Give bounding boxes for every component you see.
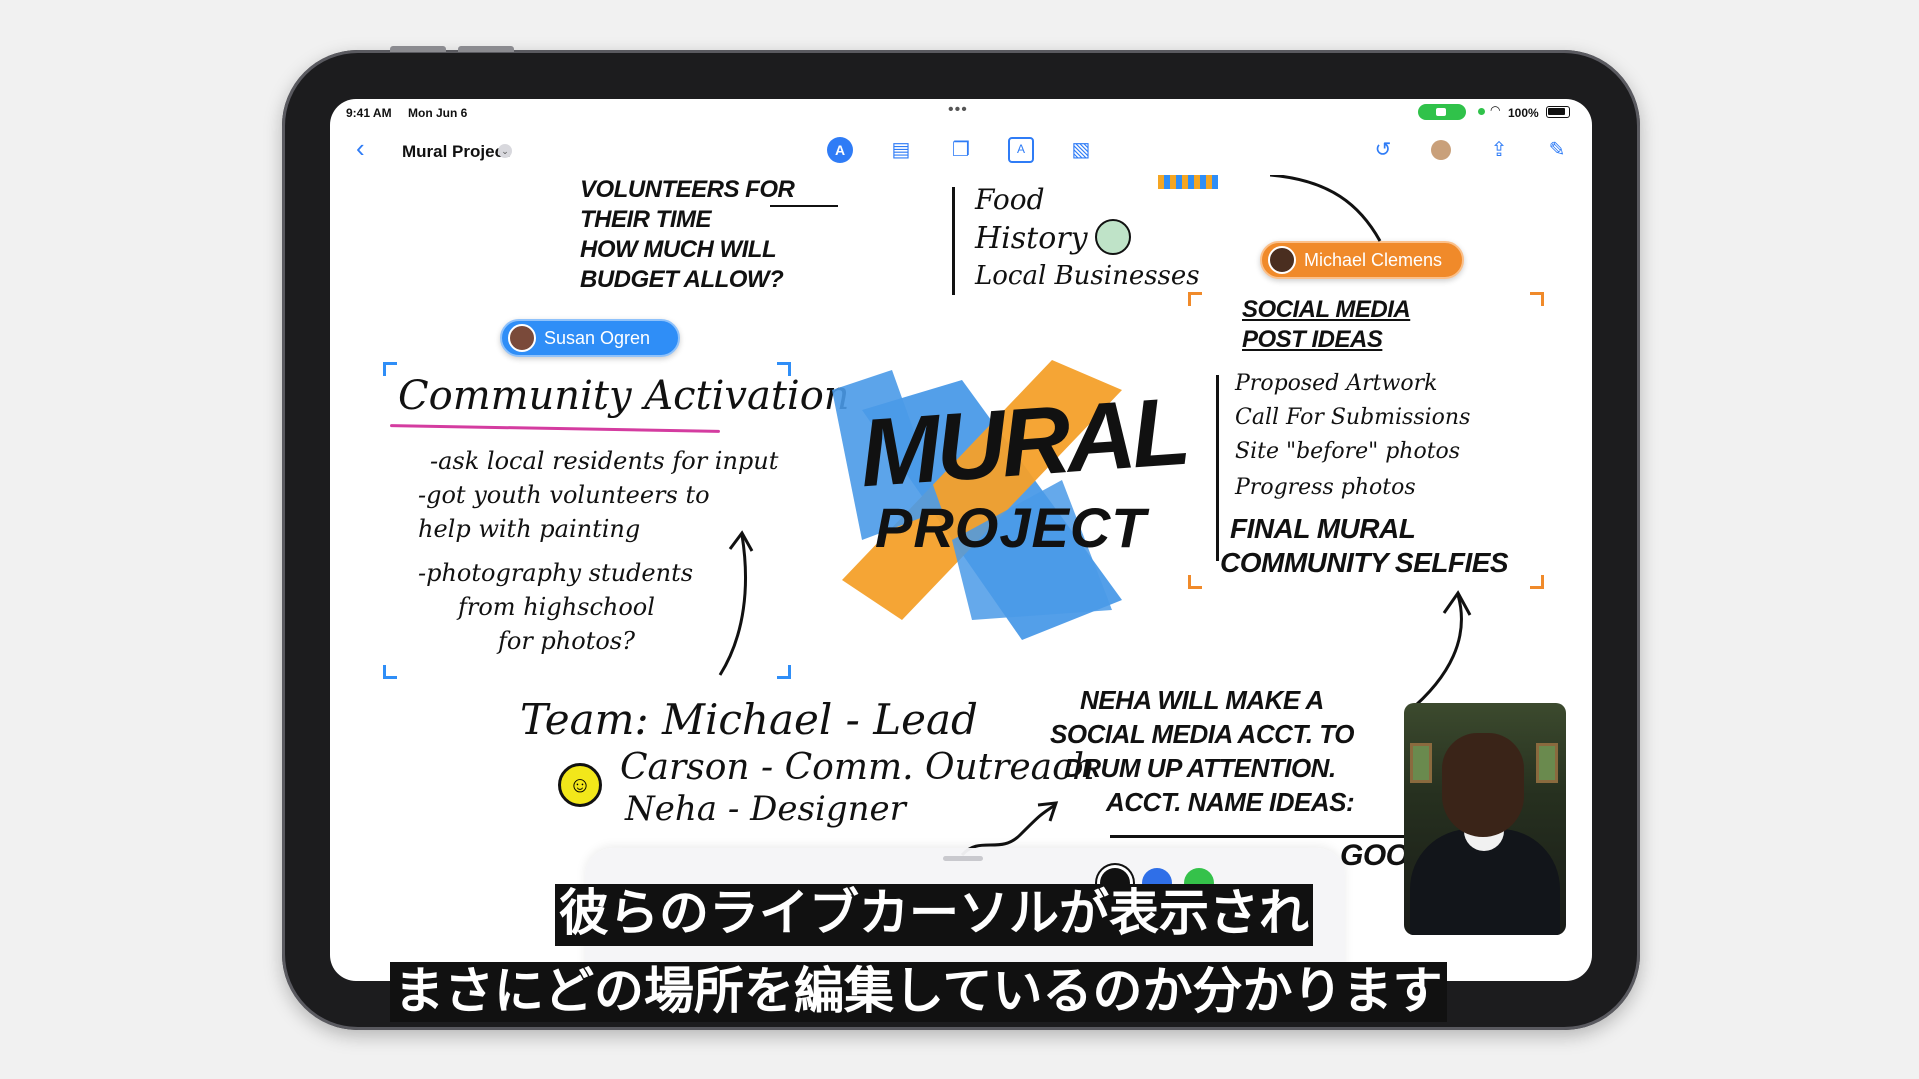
smiley-sticker-icon[interactable]: ☺ (558, 763, 602, 807)
document-title[interactable]: Mural Project (402, 142, 510, 162)
underline-stroke (1110, 835, 1430, 838)
selection-corner[interactable] (1188, 575, 1202, 589)
note-line: VOLUNTEERS FOR (580, 176, 795, 203)
facetime-video-tile[interactable] (1404, 703, 1566, 935)
note-line: NEHA WILL MAKE A (1080, 685, 1324, 715)
collaborator-icon[interactable] (1428, 137, 1454, 163)
underline-stroke (770, 205, 838, 207)
arrow-stroke (1270, 175, 1382, 242)
mural-title-top: MURAL (856, 377, 1190, 508)
status-bar: 9:41 AM Mon Jun 6 ••• ◠ 100% (330, 99, 1592, 125)
multitasking-dots-icon[interactable]: ••• (948, 101, 968, 119)
shapes-icon[interactable]: ❐ (948, 137, 974, 163)
social-heading[interactable]: SOCIAL MEDIA POST IDEAS (1242, 295, 1411, 355)
note-line: THEIR TIME (580, 206, 712, 233)
note-line: BUDGET ALLOW? (580, 266, 784, 293)
toolbar: ‹ Mural Project ⌄ A ▤ ❐ A ▧ ↺ ⇪ ✎ (330, 125, 1592, 175)
notes-icon[interactable]: ▤ (888, 137, 914, 163)
selection-corner[interactable] (383, 665, 397, 679)
selection-corner[interactable] (1530, 575, 1544, 589)
social-heading-line: SOCIAL MEDIA (1242, 296, 1411, 323)
battery-percent: 100% (1508, 106, 1539, 120)
selection-corner[interactable] (1530, 292, 1544, 306)
topic-history[interactable]: History (975, 221, 1088, 256)
community-line[interactable]: -got youth volunteers to (418, 481, 710, 509)
social-item[interactable]: Proposed Artwork (1235, 371, 1437, 396)
status-date: Mon Jun 6 (408, 106, 468, 120)
chevron-down-icon[interactable]: ⌄ (498, 144, 512, 158)
share-icon[interactable]: ⇪ (1486, 137, 1512, 163)
bracket-stroke (1216, 375, 1219, 561)
participant-face (1442, 733, 1524, 837)
text-box-icon[interactable]: A (1008, 137, 1034, 163)
compose-icon[interactable]: ✎ (1544, 137, 1570, 163)
volume-button (390, 46, 446, 52)
note-line: ACCT. NAME IDEAS: (1106, 787, 1355, 817)
arrow-stroke (1407, 590, 1472, 714)
susan-cursor-badge: Susan Ogren (500, 319, 680, 357)
susan-name: Susan Ogren (544, 327, 651, 348)
subtitle-line-1: 彼らのライブカーソルが表示され (555, 884, 1313, 946)
bracket-stroke (952, 187, 955, 295)
camera-in-use-icon (1418, 104, 1466, 120)
media-icon[interactable]: ▧ (1068, 137, 1094, 163)
selection-corner[interactable] (1188, 292, 1202, 306)
social-item[interactable]: COMMUNITY SELFIES (1220, 547, 1509, 579)
volunteers-note[interactable]: VOLUNTEERS FOR THEIR TIME HOW MUCH WILL … (580, 175, 795, 295)
community-line[interactable]: from highschool (458, 593, 655, 621)
community-line[interactable]: help with painting (418, 515, 640, 543)
michael-name: Michael Clemens (1304, 249, 1443, 270)
community-line[interactable]: -ask local residents for input (430, 447, 778, 475)
palette-handle[interactable] (943, 856, 983, 861)
topic-local-businesses[interactable]: Local Businesses (975, 261, 1200, 291)
community-line[interactable]: for photos? (498, 627, 635, 655)
social-item[interactable]: FINAL MURAL (1230, 513, 1416, 545)
michael-cursor-badge: Michael Clemens (1260, 241, 1464, 279)
undo-icon[interactable]: ↺ (1370, 137, 1396, 163)
volume-button (458, 46, 514, 52)
susan-avatar (508, 324, 536, 352)
topic-food[interactable]: Food (975, 183, 1045, 216)
camera-indicator-icon (1478, 108, 1485, 115)
note-line: DRUM UP ATTENTION. (1064, 753, 1336, 783)
background-window (1410, 743, 1432, 783)
mural-title-bottom: PROJECT (875, 496, 1147, 559)
note-line: HOW MUCH WILL (580, 236, 777, 263)
chevron-left-icon[interactable]: ‹ (356, 133, 365, 164)
social-heading-line: POST IDEAS (1242, 326, 1383, 353)
team-member[interactable]: Neha - Designer (625, 789, 906, 829)
pink-underline (389, 424, 721, 433)
note-line: SOCIAL MEDIA ACCT. TO (1050, 719, 1354, 749)
selection-corner[interactable] (383, 362, 397, 376)
team-heading[interactable]: Team: Michael - Lead (520, 695, 978, 744)
social-item[interactable]: Site "before" photos (1235, 439, 1460, 464)
arrow-stroke (718, 530, 754, 676)
social-item[interactable]: Progress photos (1235, 475, 1416, 500)
community-line[interactable]: -photography students (418, 559, 693, 587)
social-item[interactable]: Call For Submissions (1235, 405, 1470, 430)
selection-corner[interactable] (777, 665, 791, 679)
status-time: 9:41 AM (346, 106, 392, 120)
wifi-icon: ◠ (1490, 103, 1501, 117)
michael-avatar (1268, 246, 1296, 274)
sketch-fragment (1158, 175, 1218, 189)
background-window (1536, 743, 1558, 783)
globe-icon (1095, 219, 1131, 255)
community-heading[interactable]: Community Activation (398, 373, 850, 419)
battery-icon (1546, 106, 1570, 118)
pen-tool-icon[interactable]: A (827, 137, 853, 163)
team-member[interactable]: Carson - Comm. Outreach (620, 747, 1095, 788)
subtitle-line-2: まさにどの場所を編集しているのか分かります (390, 962, 1447, 1022)
neha-note[interactable]: NEHA WILL MAKE A SOCIAL MEDIA ACCT. TO D… (1050, 683, 1355, 819)
